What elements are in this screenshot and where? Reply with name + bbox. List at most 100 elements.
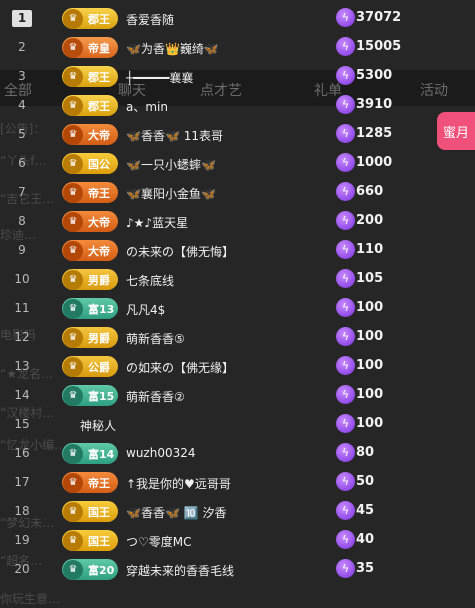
lightning-icon: ϟ — [336, 472, 355, 491]
ranking-row[interactable]: 11 ♛ 富13 凡凡4$ ϟ 100 — [0, 294, 475, 323]
user-name[interactable]: 穿越未来的香香毛线 — [126, 562, 234, 579]
lightning-icon: ϟ — [336, 182, 355, 201]
ranking-row[interactable]: 5 ♛ 大帝 🦋香香🦋 11表哥 ϟ 1285 — [0, 120, 475, 149]
user-name[interactable]: 🦋为香👑巍绮🦋 — [126, 40, 219, 57]
ranking-row[interactable]: 8 ♛ 大帝 ♪★♪蓝天星 ϟ 200 — [0, 207, 475, 236]
rank-number: 18 — [14, 504, 30, 518]
tier-label: 帝王 — [88, 186, 110, 200]
tier-badge: ♛ 国公 — [62, 153, 118, 174]
lightning-icon: ϟ — [336, 356, 355, 375]
lightning-icon: ϟ — [336, 327, 355, 346]
rank-number: 9 — [18, 243, 26, 257]
tier-label: 国王 — [88, 534, 110, 548]
score-value: 5300 — [356, 68, 393, 83]
rank-number: 14 — [14, 388, 30, 402]
contribution-score: ϟ 40 — [336, 530, 374, 549]
ranking-row[interactable]: 3 ♛ 郡王 ┼━━━━━襄襄 ϟ 5300 — [0, 62, 475, 91]
rank-number: 20 — [14, 562, 30, 576]
ranking-row[interactable]: 7 ♛ 帝王 🦋襄阳小金鱼🦋 ϟ 660 — [0, 178, 475, 207]
ranking-row[interactable]: 16 ♛ 富14 wuzh00324 ϟ 80 — [0, 439, 475, 468]
contribution-score: ϟ 50 — [336, 472, 374, 491]
contribution-score: ϟ 3910 — [336, 95, 392, 114]
contribution-score: ϟ 200 — [336, 211, 383, 230]
lightning-icon: ϟ — [336, 414, 355, 433]
tier-badge: ♛ 郡王 — [62, 95, 118, 116]
tier-badge: ♛ 男爵 — [62, 327, 118, 348]
score-value: 35 — [356, 561, 375, 576]
tier-label: 郡王 — [88, 99, 110, 113]
crown-icon: ♛ — [63, 559, 83, 580]
score-value: 100 — [356, 329, 384, 344]
rank-number: 13 — [14, 359, 30, 373]
contribution-score: ϟ 5300 — [336, 66, 392, 85]
ranking-row[interactable]: 12 ♛ 男爵 萌新香香⑤ ϟ 100 — [0, 323, 475, 352]
crown-icon: ♛ — [63, 327, 83, 348]
ranking-row[interactable]: 20 ♛ 富20 穿越未来的香香毛线 ϟ 35 — [0, 555, 475, 584]
tier-badge: ♛ 公爵 — [62, 356, 118, 377]
rank-number: 10 — [14, 272, 30, 286]
tier-badge: ♛ 国王 — [62, 501, 118, 522]
score-value: 660 — [356, 184, 384, 199]
tier-label: 富15 — [88, 389, 115, 403]
crown-icon: ♛ — [63, 501, 83, 522]
crown-icon: ♛ — [63, 8, 83, 29]
user-name[interactable]: の未来の【佛无悔】 — [126, 243, 234, 260]
ranking-row[interactable]: 15 神秘人 ϟ 100 — [0, 410, 475, 439]
score-value: 50 — [356, 474, 375, 489]
user-name[interactable]: wuzh00324 — [126, 446, 196, 460]
user-name[interactable]: 萌新香香⑤ — [126, 330, 185, 347]
lightning-icon: ϟ — [336, 559, 355, 578]
tier-label: 大帝 — [88, 215, 110, 229]
ranking-row[interactable]: 6 ♛ 国公 🦋一只小蟋蟀🦋 ϟ 1000 — [0, 149, 475, 178]
crown-icon: ♛ — [63, 356, 83, 377]
tier-badge: ♛ 富13 — [62, 298, 118, 319]
crown-icon: ♛ — [63, 66, 83, 87]
score-value: 100 — [356, 416, 384, 431]
contribution-score: ϟ 37072 — [336, 8, 401, 27]
lightning-icon: ϟ — [336, 530, 355, 549]
tier-label: 公爵 — [88, 360, 110, 374]
contribution-score: ϟ 100 — [336, 298, 383, 317]
rank-number: 5 — [18, 127, 26, 141]
contribution-score: ϟ 105 — [336, 269, 383, 288]
user-name[interactable]: の如来の【佛无缘】 — [126, 359, 234, 376]
score-value: 1285 — [356, 126, 393, 141]
tier-label: 富13 — [88, 302, 115, 316]
contribution-score: ϟ 1000 — [336, 153, 392, 172]
contribution-score: ϟ 660 — [336, 182, 383, 201]
ranking-row[interactable]: 4 ♛ 郡王 a、min ϟ 3910 — [0, 91, 475, 120]
lightning-icon: ϟ — [336, 501, 355, 520]
ranking-row[interactable]: 18 ♛ 国王 🦋香香🦋 🔟 汐香 ϟ 45 — [0, 497, 475, 526]
tier-label: 国公 — [88, 157, 110, 171]
tier-label: 帝皇 — [88, 41, 110, 55]
score-value: 45 — [356, 503, 375, 518]
ranking-row[interactable]: 2 ♛ 帝皇 🦋为香👑巍绮🦋 ϟ 15005 — [0, 33, 475, 62]
ranking-row[interactable]: 9 ♛ 大帝 の未来の【佛无悔】 ϟ 110 — [0, 236, 475, 265]
user-name[interactable]: ↑我是你的♥远哥哥 — [126, 475, 231, 492]
user-name[interactable]: 🦋一只小蟋蟀🦋 — [126, 156, 216, 173]
user-name[interactable]: 香爱香随 — [126, 11, 174, 28]
ranking-row[interactable]: 14 ♛ 富15 萌新香香② ϟ 100 — [0, 381, 475, 410]
user-name[interactable]: 🦋香香🦋 11表哥 — [126, 127, 223, 144]
score-value: 3910 — [356, 97, 393, 112]
faded-chat-line: 你玩生意… — [0, 592, 61, 606]
tier-badge: ♛ 帝王 — [62, 472, 118, 493]
user-name[interactable]: ♪★♪蓝天星 — [126, 214, 188, 231]
user-name[interactable]: a、min — [126, 98, 168, 115]
ranking-row[interactable]: 19 ♛ 国王 つ♡零度MC ϟ 40 — [0, 526, 475, 555]
user-name[interactable]: 萌新香香② — [126, 388, 185, 405]
user-name[interactable]: 🦋香香🦋 🔟 汐香 — [126, 504, 226, 521]
ranking-row[interactable]: 1 ♛ 郡王 香爱香随 ϟ 37072 — [0, 4, 475, 33]
user-name[interactable]: 七条底线 — [126, 272, 174, 289]
user-name[interactable]: つ♡零度MC — [126, 533, 192, 550]
contribution-score: ϟ 35 — [336, 559, 374, 578]
user-name[interactable]: 神秘人 — [80, 417, 116, 434]
user-name[interactable]: 🦋襄阳小金鱼🦋 — [126, 185, 216, 202]
ranking-row[interactable]: 13 ♛ 公爵 の如来の【佛无缘】 ϟ 100 — [0, 352, 475, 381]
ranking-row[interactable]: 10 ♛ 男爵 七条底线 ϟ 105 — [0, 265, 475, 294]
user-name[interactable]: 凡凡4$ — [126, 301, 165, 318]
user-name[interactable]: ┼━━━━━襄襄 — [126, 69, 193, 86]
crown-icon: ♛ — [63, 472, 83, 493]
ranking-row[interactable]: 17 ♛ 帝王 ↑我是你的♥远哥哥 ϟ 50 — [0, 468, 475, 497]
score-value: 105 — [356, 271, 384, 286]
